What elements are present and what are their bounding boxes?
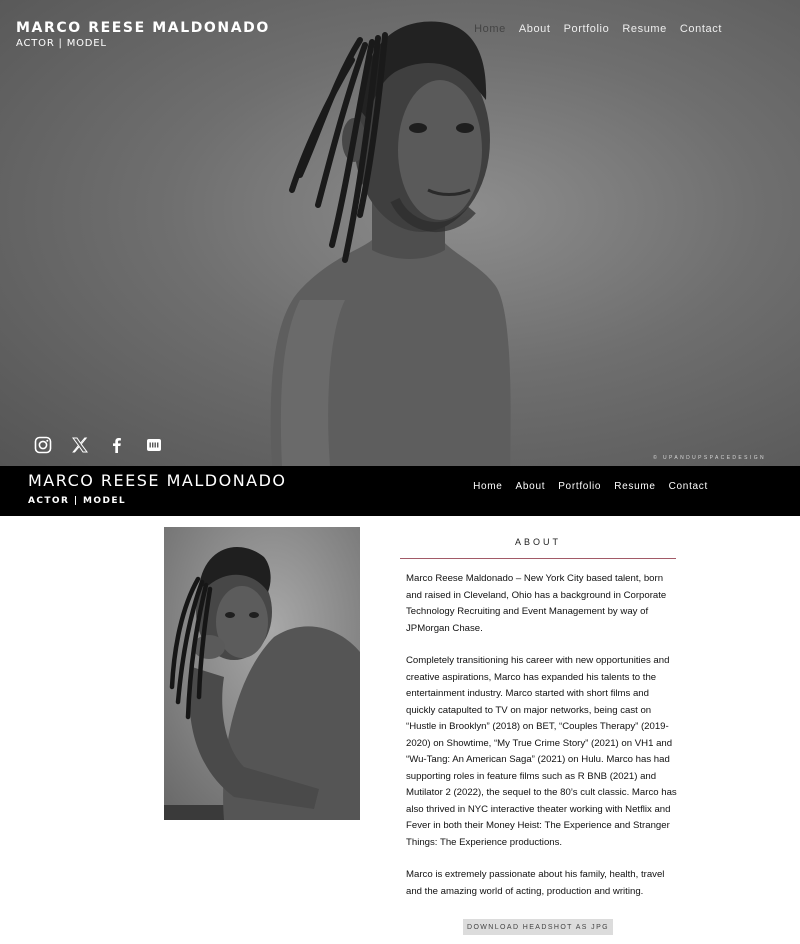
header-nav-resume[interactable]: Resume <box>614 481 655 492</box>
header-nav-portfolio[interactable]: Portfolio <box>558 481 601 492</box>
header-nav: Home About Portfolio Resume Contact <box>473 481 708 492</box>
x-twitter-icon[interactable] <box>71 436 89 454</box>
hero-site-role: ACTOR | MODEL <box>16 38 107 49</box>
imdb-icon[interactable] <box>145 436 163 454</box>
hero-brand[interactable]: MARCO REESE MALDONADO ACTOR | MODEL <box>16 20 270 49</box>
about-paragraph: Marco Reese Maldonado – New York City ba… <box>406 573 667 634</box>
about-paragraph: Marco is extremely passionate about his … <box>406 869 665 897</box>
about-body: Marco Reese Maldonado – New York City ba… <box>406 571 678 916</box>
photo-credit: © UPANDUPSPACEDESIGN <box>653 455 766 461</box>
hero-nav: Home About Portfolio Resume Contact <box>474 23 722 35</box>
about-paragraph: Completely transitioning his career with… <box>406 655 677 848</box>
hero-nav-portfolio[interactable]: Portfolio <box>564 23 610 35</box>
about-heading: ABOUT <box>514 537 561 547</box>
download-headshot-button[interactable]: DOWNLOAD HEADSHOT AS JPG <box>463 919 613 935</box>
facebook-icon[interactable] <box>108 436 126 454</box>
social-links <box>34 436 163 454</box>
header-nav-contact[interactable]: Contact <box>669 481 708 492</box>
header-site-name[interactable]: MARCO REESE MALDONADO <box>28 471 287 490</box>
header-nav-about[interactable]: About <box>516 481 546 492</box>
about-section: ABOUT Marco Reese Maldonado – New York C… <box>0 516 800 944</box>
hero-nav-about[interactable]: About <box>519 23 551 35</box>
hero-nav-home[interactable]: Home <box>474 23 506 35</box>
instagram-icon[interactable] <box>34 436 52 454</box>
hero-banner: MARCO REESE MALDONADO ACTOR | MODEL Home… <box>0 0 800 466</box>
about-portrait-photo <box>164 527 360 820</box>
hero-site-name[interactable]: MARCO REESE MALDONADO <box>16 20 270 36</box>
header-site-role: ACTOR | MODEL <box>28 496 127 506</box>
about-divider <box>400 558 676 559</box>
site-header-bar: MARCO REESE MALDONADO ACTOR | MODEL Home… <box>0 466 800 516</box>
hero-portrait-photo <box>270 21 511 466</box>
hero-nav-resume[interactable]: Resume <box>622 23 667 35</box>
hero-nav-contact[interactable]: Contact <box>680 23 722 35</box>
header-nav-home[interactable]: Home <box>473 481 502 492</box>
